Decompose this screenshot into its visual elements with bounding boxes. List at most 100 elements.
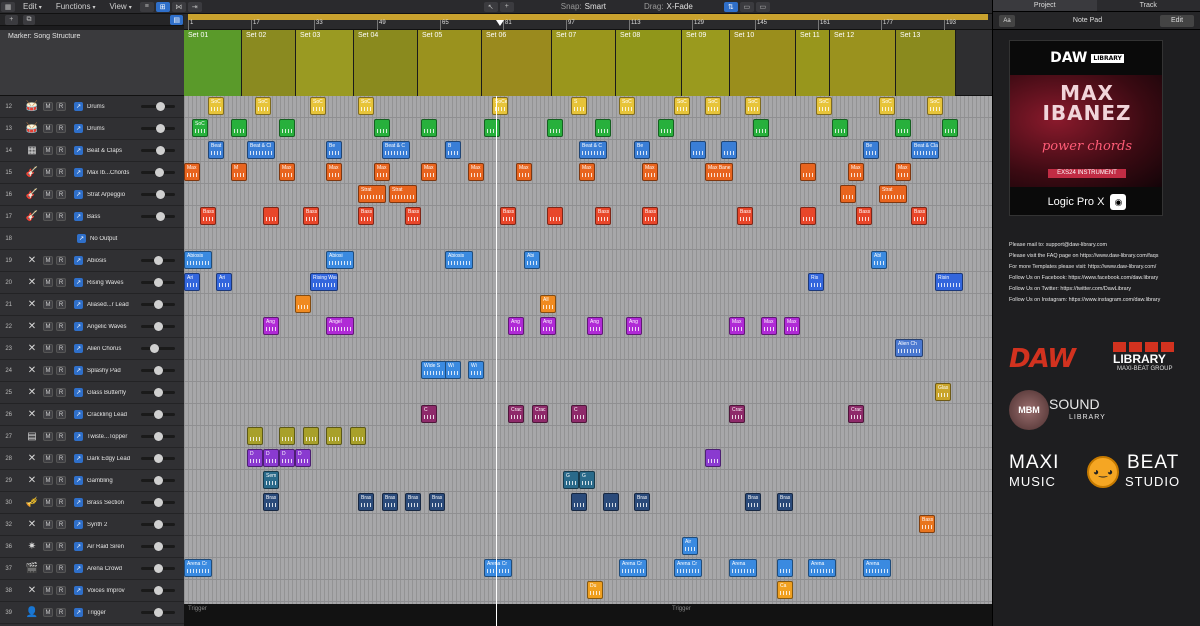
fader-knob[interactable] — [154, 256, 163, 265]
library-toggle-icon[interactable]: ▦ — [1, 1, 15, 12]
region[interactable]: Air — [682, 537, 698, 555]
add-track-icon[interactable]: + — [5, 14, 18, 25]
region[interactable] — [421, 119, 437, 137]
volume-fader[interactable] — [141, 168, 175, 177]
region[interactable]: Ang — [587, 317, 603, 335]
marker-set[interactable]: Set 02 — [242, 30, 296, 96]
fader-knob[interactable] — [154, 498, 163, 507]
region[interactable]: Abi — [524, 251, 540, 269]
region[interactable] — [231, 119, 247, 137]
region[interactable]: SoC — [208, 97, 224, 115]
region[interactable] — [547, 207, 563, 225]
track-lane[interactable]: C Crac Crac C Crac Crac — [184, 404, 992, 426]
track-header[interactable]: 13 🥁 M R ↗ Drums — [0, 118, 184, 140]
region[interactable]: Arena — [729, 559, 757, 577]
fader-knob[interactable] — [154, 520, 163, 529]
mute-button[interactable]: M — [43, 608, 53, 617]
region[interactable]: Glas — [935, 383, 951, 401]
record-enable-button[interactable]: R — [56, 212, 66, 221]
region[interactable]: Wi — [445, 361, 461, 379]
arrange-area[interactable]: SoC SoC SoC SoC SoCe S SoC SoC SoC SoC SoC SoC SoC So… — [184, 96, 992, 626]
track-lane[interactable]: Bras Bras Bras Bras Bras Bras Bras Bras — [184, 492, 992, 514]
region[interactable]: Arena Cr — [184, 559, 212, 577]
mute-button[interactable]: M — [43, 564, 53, 573]
region[interactable]: M — [231, 163, 247, 181]
fader-knob[interactable] — [156, 102, 165, 111]
track-header[interactable]: 14 ▦ M R ↗ Beat & Claps — [0, 140, 184, 162]
region[interactable]: SoC — [255, 97, 271, 115]
region[interactable] — [295, 295, 311, 313]
region[interactable]: Bass — [642, 207, 658, 225]
region[interactable]: Beat & C — [579, 141, 607, 159]
region[interactable]: Bras — [263, 493, 279, 511]
track-lane[interactable]: Max M Max Max Max Max Max Max Max Max Max Bane Max M… — [184, 162, 992, 184]
region[interactable]: Ang — [626, 317, 642, 335]
fader-knob[interactable] — [154, 366, 163, 375]
region[interactable] — [547, 119, 563, 137]
track-header[interactable]: 18 ↗ No Output — [0, 228, 184, 250]
region[interactable]: SoCe — [492, 97, 508, 115]
track-lane[interactable]: Sem G G — [184, 470, 992, 492]
record-enable-button[interactable]: R — [56, 608, 66, 617]
region[interactable] — [571, 493, 587, 511]
region[interactable]: SoC — [674, 97, 690, 115]
mute-button[interactable]: M — [43, 300, 53, 309]
region[interactable]: Strat — [389, 185, 417, 203]
region[interactable]: Bass — [737, 207, 753, 225]
track-name[interactable]: Air Raid Siren — [87, 544, 139, 550]
mute-button[interactable]: M — [43, 366, 53, 375]
region[interactable]: SoC — [879, 97, 895, 115]
mute-button[interactable]: M — [43, 322, 53, 331]
automation-icon[interactable]: ↗ — [74, 388, 83, 397]
region[interactable] — [350, 427, 366, 445]
flex-icon[interactable]: ⋈ — [171, 1, 186, 12]
automation-icon[interactable]: ↗ — [74, 278, 83, 287]
volume-fader[interactable] — [141, 564, 175, 573]
region[interactable]: Max — [279, 163, 295, 181]
mute-button[interactable]: M — [43, 146, 53, 155]
fader-knob[interactable] — [154, 388, 163, 397]
track-name[interactable]: Drums — [87, 126, 139, 132]
mute-button[interactable]: M — [43, 124, 53, 133]
region[interactable]: Max — [468, 163, 484, 181]
track-lane[interactable]: Bass — [184, 514, 992, 536]
region[interactable] — [832, 119, 848, 137]
track-lane[interactable]: Bass Bass Bass Bass Bass Bass Bass Bass Bass Bass — [184, 206, 992, 228]
track-lane[interactable]: SoC SoC SoC SoC SoCe S SoC SoC SoC SoC SoC SoC SoC — [184, 96, 992, 118]
volume-fader[interactable] — [141, 212, 175, 221]
region[interactable]: Max — [374, 163, 390, 181]
record-enable-button[interactable]: R — [56, 322, 66, 331]
track-header[interactable]: 26 ✕ M R ↗ Crackling Lead — [0, 404, 184, 426]
track-lane[interactable]: Air — [184, 536, 992, 558]
mute-button[interactable]: M — [43, 168, 53, 177]
automation-icon[interactable]: ↗ — [74, 322, 83, 331]
region[interactable]: Beat — [208, 141, 224, 159]
track-header[interactable]: 29 ✕ M R ↗ Gambling — [0, 470, 184, 492]
record-enable-button[interactable]: R — [56, 366, 66, 375]
automation-icon[interactable]: ↗ — [74, 608, 83, 617]
fader-knob[interactable] — [154, 432, 163, 441]
region[interactable] — [263, 207, 279, 225]
region[interactable]: S — [571, 97, 587, 115]
region[interactable] — [279, 119, 295, 137]
mute-button[interactable]: M — [43, 454, 53, 463]
region[interactable]: D — [279, 449, 295, 467]
track-lane[interactable]: Abiosis Abiosi Abiosis Abi Abl — [184, 250, 992, 272]
track-header[interactable]: 19 ✕ M R ↗ Abiosis — [0, 250, 184, 272]
track-name[interactable]: Brass Section — [87, 500, 139, 506]
fader-knob[interactable] — [154, 586, 163, 595]
automation-icon[interactable]: ↗ — [77, 234, 86, 243]
mute-button[interactable]: M — [43, 586, 53, 595]
record-enable-button[interactable]: R — [56, 498, 66, 507]
region[interactable] — [942, 119, 958, 137]
marker-set[interactable]: Set 10 — [730, 30, 796, 96]
region[interactable]: Be — [326, 141, 342, 159]
region[interactable]: Bras — [429, 493, 445, 511]
automation-icon[interactable]: ↗ — [74, 454, 83, 463]
region[interactable]: Rising Wav — [310, 273, 338, 291]
waveform-zoom-icon[interactable]: ⇅ — [723, 1, 738, 12]
bar-ruler[interactable]: 1 17 33 49 65 81 97 113 129 145 161 177 193 — [184, 14, 992, 30]
record-enable-button[interactable]: R — [56, 454, 66, 463]
mute-button[interactable]: M — [43, 344, 53, 353]
volume-fader[interactable] — [141, 476, 175, 485]
